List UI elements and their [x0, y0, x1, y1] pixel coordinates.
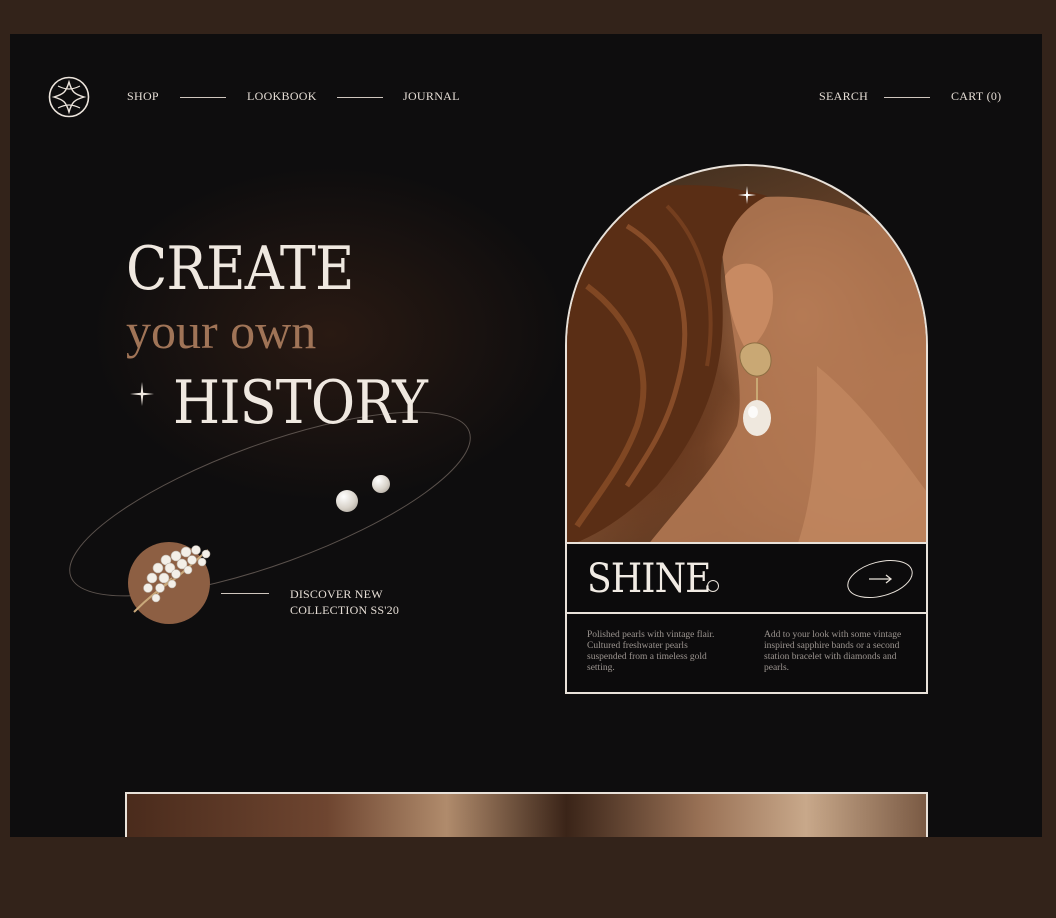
sparkle-icon: [130, 382, 154, 406]
nav-divider: [180, 97, 226, 98]
product-description-right: Add to your look with some vintage inspi…: [764, 630, 902, 673]
discover-divider: [221, 593, 269, 594]
nav-divider: [337, 97, 383, 98]
discover-line-2: COLLECTION SS'20: [290, 603, 400, 617]
hero-title-history: HISTORY: [173, 368, 428, 438]
nav-shop[interactable]: SHOP: [127, 89, 159, 104]
lookbook-preview-image: [125, 792, 928, 837]
nav-lookbook[interactable]: LOOKBOOK: [247, 89, 317, 104]
nav-divider: [884, 97, 930, 98]
model-earring-photo: [565, 164, 928, 544]
arrow-right-icon[interactable]: [845, 557, 915, 601]
product-description-left: Polished pearls with vintage flair. Cult…: [587, 630, 715, 673]
pearl-image: [372, 475, 390, 493]
hero-title-your-own: your own: [126, 303, 317, 359]
product-title: SHINE: [587, 556, 711, 602]
product-description-panel: Polished pearls with vintage flair. Cult…: [565, 614, 928, 694]
nav-search[interactable]: SEARCH: [819, 89, 868, 104]
nav-journal[interactable]: JOURNAL: [403, 89, 460, 104]
nav-cart[interactable]: CART (0): [951, 89, 1001, 104]
logo-icon[interactable]: [48, 76, 90, 118]
pearl-image: [336, 490, 358, 512]
photo-illustration: [567, 185, 926, 544]
page-frame: SHOP LOOKBOOK JOURNAL SEARCH CART (0) CR…: [10, 34, 1042, 837]
discover-collection-link[interactable]: DISCOVER NEW COLLECTION SS'20: [290, 586, 399, 618]
pearl-brooch-image: [133, 545, 211, 613]
registered-mark-icon: [707, 580, 719, 592]
discover-line-1: DISCOVER NEW: [290, 587, 383, 601]
hero-title-create: CREATE: [126, 234, 354, 304]
product-title-panel: SHINE: [565, 542, 928, 614]
